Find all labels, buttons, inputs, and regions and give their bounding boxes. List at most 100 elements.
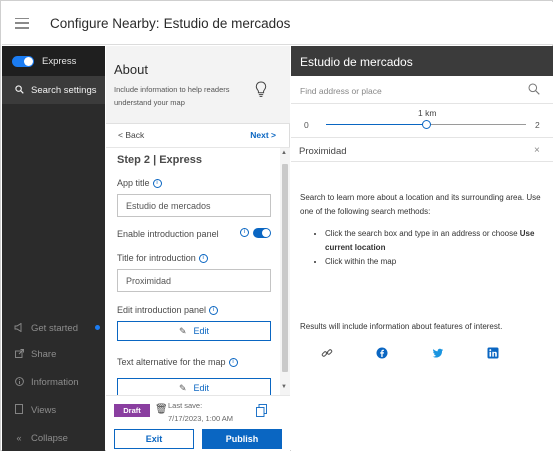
- list-item: Click the search box and type in an addr…: [325, 227, 545, 255]
- link-icon[interactable]: [321, 347, 333, 359]
- sidebar-item-label: Get started: [31, 322, 78, 334]
- enable-intro-label: Enable introduction panel: [117, 229, 219, 239]
- sidebar-item-label: Search settings: [31, 84, 97, 96]
- intro-section-title: Proximidad: [299, 146, 347, 157]
- edit-alt-text-button[interactable]: ✎ Edit: [117, 378, 271, 395]
- search-icon[interactable]: [528, 83, 540, 95]
- enable-intro-toggle[interactable]: [253, 228, 271, 238]
- draft-label: Draft: [123, 406, 141, 415]
- settings-panel: About Include information to help reader…: [106, 46, 290, 451]
- panel-scrollbar[interactable]: ▲ ▼: [280, 148, 290, 395]
- edit-button-label: Edit: [193, 326, 210, 336]
- copy-icon[interactable]: [256, 404, 267, 417]
- slider-fill: [326, 124, 426, 125]
- sidebar-item-label: Information: [31, 376, 79, 388]
- sidebar-item-get-started[interactable]: Get started: [2, 314, 105, 342]
- close-icon[interactable]: ×: [534, 145, 540, 156]
- edit-intro-label-text: Edit introduction panel: [117, 305, 207, 315]
- page-title-name: Estudio de mercados: [163, 15, 291, 31]
- toggle-switch-icon[interactable]: [12, 55, 34, 67]
- edit-button-label: Edit: [193, 383, 210, 393]
- exit-button[interactable]: Exit: [114, 429, 194, 449]
- app-title-input[interactable]: Estudio de mercados: [117, 194, 271, 217]
- sidebar-item-views[interactable]: Views: [2, 396, 105, 424]
- views-icon: [14, 404, 24, 416]
- distance-slider[interactable]: 0 1 km 2: [291, 104, 553, 138]
- sidebar-item-label: Collapse: [31, 432, 68, 444]
- sidebar-item-share[interactable]: Share: [2, 340, 105, 368]
- step-navigation: < Back Next >: [106, 124, 290, 148]
- lightbulb-icon: [255, 81, 267, 97]
- intro-title-input[interactable]: Proximidad: [117, 269, 271, 292]
- sidebar-item-information[interactable]: Information: [2, 368, 105, 396]
- list-item: Click within the map: [325, 255, 545, 269]
- sidebar-item-label: Views: [31, 404, 57, 416]
- next-button[interactable]: Next >: [250, 130, 276, 140]
- about-title: About: [114, 62, 148, 77]
- twitter-icon[interactable]: [432, 347, 444, 359]
- info-icon[interactable]: i: [209, 306, 219, 316]
- menu-icon[interactable]: [15, 17, 29, 29]
- scroll-up-arrow-icon[interactable]: ▲: [281, 150, 287, 156]
- notification-dot: [95, 325, 100, 330]
- intro-title-label: Title for introduction i: [117, 253, 208, 264]
- share-icon: [14, 348, 24, 360]
- intro-title-label-text: Title for introduction: [117, 253, 196, 263]
- edit-intro-label: Edit introduction panel i: [117, 305, 219, 316]
- megaphone-icon: [14, 322, 24, 334]
- slider-max-label: 2: [535, 120, 540, 130]
- facebook-icon[interactable]: [376, 347, 388, 359]
- intro-section-header: Proximidad ×: [291, 138, 553, 162]
- scroll-thumb[interactable]: [282, 164, 288, 372]
- sidebar-item-collapse[interactable]: « Collapse: [2, 424, 105, 451]
- info-icon: [14, 376, 24, 388]
- preview-search-bar[interactable]: Find address or place: [291, 76, 553, 104]
- search-methods-list: Click the search box and type in an addr…: [315, 227, 545, 269]
- bullet1-text: Click the search box and type in an addr…: [325, 229, 520, 238]
- trash-icon[interactable]: 🗑: [155, 404, 168, 415]
- last-save-timestamp: 7/17/2023, 1:00 AM: [168, 414, 234, 423]
- app-title-label-text: App title: [117, 178, 150, 188]
- info-icon[interactable]: i: [152, 179, 162, 189]
- linkedin-icon[interactable]: [487, 347, 499, 359]
- preview-title: Estudio de mercados: [291, 46, 553, 76]
- double-chevron-left-icon: «: [16, 433, 22, 443]
- intro-text: Search to learn more about a location an…: [300, 193, 541, 216]
- app-window: Configure Nearby: Estudio de mercados Exp…: [0, 0, 553, 451]
- publish-button[interactable]: Publish: [202, 429, 282, 449]
- search-icon: [14, 84, 24, 96]
- about-description: Include information to help readers unde…: [114, 85, 230, 107]
- info-icon[interactable]: i: [240, 228, 249, 237]
- pencil-icon: ✎: [178, 382, 187, 393]
- info-icon[interactable]: i: [198, 254, 208, 264]
- info-icon[interactable]: i: [228, 358, 238, 368]
- pencil-icon: ✎: [178, 325, 187, 336]
- share-icons-row: [321, 347, 521, 361]
- page-title: Configure Nearby: Estudio de mercados: [50, 16, 290, 31]
- back-button[interactable]: < Back: [118, 130, 144, 140]
- slider-min-label: 0: [304, 120, 309, 130]
- app-preview: Estudio de mercados Find address or plac…: [291, 46, 553, 451]
- sidebar: Express Search settings Get started Shar…: [2, 46, 105, 451]
- top-header: Configure Nearby: Estudio de mercados: [2, 2, 553, 45]
- panel-footer: Draft 🗑 Last save: 7/17/2023, 1:00 AM Ex…: [106, 395, 290, 451]
- slider-handle[interactable]: [421, 120, 431, 129]
- page-title-prefix: Configure Nearby:: [50, 15, 160, 31]
- last-save-info: Last save: 7/17/2023, 1:00 AM: [168, 399, 233, 425]
- settings-scroll-area[interactable]: Step 2 | Express App title i Estudio de m…: [106, 148, 290, 395]
- alt-text-label: Text alternative for the map i: [117, 357, 238, 368]
- results-text: Results will include information about f…: [300, 322, 503, 331]
- app-title-label: App title i: [117, 178, 162, 189]
- scroll-down-arrow-icon[interactable]: ▼: [281, 384, 287, 390]
- express-toggle[interactable]: Express: [2, 46, 105, 76]
- last-save-label: Last save:: [168, 401, 203, 410]
- alt-text-label-text: Text alternative for the map: [117, 357, 226, 367]
- search-input[interactable]: Find address or place: [300, 86, 382, 96]
- sidebar-item-label: Share: [31, 348, 57, 360]
- intro-section: Proximidad × Search to learn more about …: [291, 138, 553, 451]
- sidebar-item-search-settings[interactable]: Search settings: [2, 76, 105, 104]
- express-toggle-label: Express: [42, 55, 77, 67]
- about-box: About Include information to help reader…: [106, 46, 290, 124]
- draft-badge: Draft: [114, 404, 150, 417]
- edit-intro-button[interactable]: ✎ Edit: [117, 321, 271, 341]
